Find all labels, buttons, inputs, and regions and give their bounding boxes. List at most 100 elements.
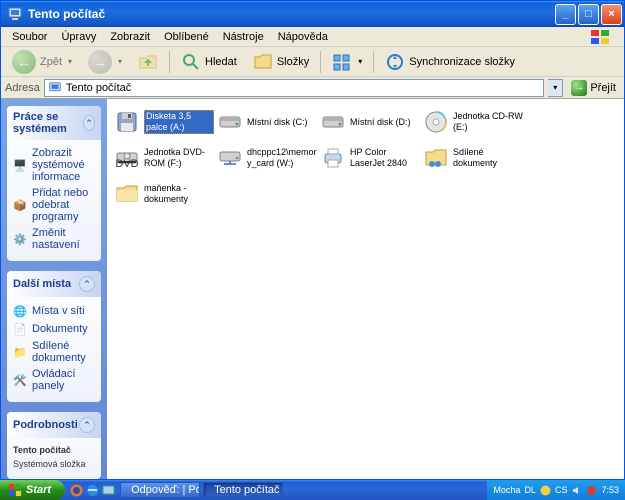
menu-file[interactable]: Soubor — [5, 29, 54, 45]
window-controls: _ □ × — [555, 4, 622, 25]
content-area: Práce se systémem ⌃ 🖥️Zobrazit systémové… — [1, 99, 624, 479]
tray-icon[interactable] — [540, 485, 551, 496]
windows-flag-icon — [582, 29, 620, 45]
network-icon: 🌐 — [13, 304, 27, 318]
task-control-panel[interactable]: 🛠️Ovládací panely — [13, 366, 95, 394]
task-add-remove[interactable]: 📦Přidat nebo odebrat programy — [13, 185, 95, 225]
drive-item[interactable]: dhcppc12\memory_card (W:) — [216, 143, 319, 173]
address-field[interactable]: Tento počítač — [44, 79, 544, 97]
task-settings[interactable]: ⚙️Změnit nastavení — [13, 225, 95, 253]
printer-icon — [321, 146, 345, 170]
sync-label: Synchronizace složky — [409, 56, 515, 68]
panel-header[interactable]: Práce se systémem ⌃ — [7, 106, 101, 140]
tray-status: Mocha — [493, 485, 520, 495]
netdrive-icon — [218, 146, 242, 170]
drive-item[interactable]: Místní disk (C:) — [216, 107, 319, 137]
cdrw-icon — [424, 110, 448, 134]
separator — [373, 51, 374, 73]
ie-icon[interactable] — [86, 484, 99, 497]
tray-clock[interactable]: 7:53 — [601, 485, 619, 495]
task-network[interactable]: 🌐Místa v síti — [13, 302, 95, 320]
drive-item[interactable]: Disketa 3,5 palce (A:) — [113, 107, 216, 137]
folders-icon — [253, 52, 273, 72]
dvd-icon: DVD — [115, 146, 139, 170]
views-icon — [332, 52, 352, 72]
titlebar[interactable]: Tento počítač _ □ × — [1, 1, 624, 27]
collapse-icon: ⌃ — [83, 115, 95, 131]
go-button[interactable]: → Přejít — [567, 80, 620, 96]
minimize-button[interactable]: _ — [555, 4, 576, 25]
menu-help[interactable]: Nápověda — [271, 29, 335, 45]
items-grid: Disketa 3,5 palce (A:) Místní disk (C:) Mí… — [113, 107, 618, 215]
shared-folder-icon: 📁 — [13, 345, 27, 359]
drive-item[interactable]: maňenka - dokumenty — [113, 179, 216, 209]
drive-item[interactable]: Jednotka CD-RW (E:) — [422, 107, 525, 137]
nav-forward-button[interactable]: → ▾ — [83, 48, 127, 76]
task-system-info[interactable]: 🖥️Zobrazit systémové informace — [13, 145, 95, 185]
taskbar-item[interactable]: Tento počítač — [203, 482, 283, 498]
item-label: Místní disk (C:) — [247, 117, 308, 128]
volume-icon[interactable] — [571, 485, 582, 496]
window: Tento počítač _ □ × Soubor Úpravy Zobraz… — [0, 0, 625, 480]
menubar: Soubor Úpravy Zobrazit Oblíbené Nástroje… — [1, 27, 624, 47]
documents-icon: 📄 — [13, 322, 27, 336]
toolbar: ← Zpět ▾ → ▾ Hledat Složky — [1, 47, 624, 77]
sync-icon — [385, 52, 405, 72]
main-view[interactable]: Disketa 3,5 palce (A:) Místní disk (C:) Mí… — [107, 99, 624, 479]
sync-button[interactable]: Synchronizace složky — [380, 50, 520, 74]
folder-icon — [115, 182, 139, 206]
go-label: Přejít — [590, 82, 616, 94]
address-value: Tento počítač — [66, 82, 131, 94]
details-type: Systémová složka — [13, 457, 95, 471]
system-tray[interactable]: Mocha DL CS 7:53 — [487, 480, 625, 500]
search-label: Hledat — [205, 56, 237, 68]
nav-back-button[interactable]: ← Zpět ▾ — [7, 48, 77, 76]
menu-favorites[interactable]: Oblíbené — [157, 29, 216, 45]
window-title: Tento počítač — [28, 7, 555, 21]
separator — [169, 51, 170, 73]
collapse-icon: ⌃ — [79, 417, 95, 433]
task-buttons: Odpověď: | Poradte.c...Tento počítač — [120, 482, 286, 498]
chevron-down-icon: ▾ — [118, 57, 122, 66]
menu-tools[interactable]: Nástroje — [216, 29, 271, 45]
panel-other-places: Další místa ⌃ 🌐Místa v síti 📄Dokumenty 📁… — [7, 271, 101, 402]
panel-header[interactable]: Další místa ⌃ — [7, 271, 101, 297]
menu-edit[interactable]: Úpravy — [54, 29, 103, 45]
taskbar-item[interactable]: Odpověď: | Poradte.c... — [120, 482, 200, 498]
address-dropdown[interactable]: ▾ — [548, 79, 563, 97]
item-label: HP Color LaserJet 2840 — [350, 147, 420, 169]
panel-title: Práce se systémem — [13, 111, 83, 135]
item-label: Disketa 3,5 palce (A:) — [144, 110, 214, 134]
maximize-button[interactable]: □ — [578, 4, 599, 25]
drive-item[interactable]: HP Color LaserJet 2840 — [319, 143, 422, 173]
views-button[interactable]: ▾ — [327, 50, 367, 74]
settings-icon: ⚙️ — [13, 232, 27, 246]
drive-item[interactable]: Sdílené dokumenty — [422, 143, 525, 173]
item-label: Sdílené dokumenty — [453, 147, 523, 169]
drive-item[interactable]: DVD Jednotka DVD-ROM (F:) — [113, 143, 216, 173]
desktop-icon[interactable] — [102, 484, 115, 497]
shield-icon[interactable] — [586, 485, 597, 496]
collapse-icon: ⌃ — [79, 276, 95, 292]
item-label: dhcppc12\memory_card (W:) — [247, 147, 317, 169]
tray-lang[interactable]: CS — [555, 485, 568, 495]
folders-button[interactable]: Složky — [248, 50, 314, 74]
task-shared-docs[interactable]: 📁Sdílené dokumenty — [13, 338, 95, 366]
info-icon: 🖥️ — [13, 158, 27, 172]
task-documents[interactable]: 📄Dokumenty — [13, 320, 95, 338]
item-label: Jednotka CD-RW (E:) — [453, 111, 523, 133]
nav-up-button[interactable] — [133, 50, 163, 74]
search-icon — [181, 52, 201, 72]
item-label: Jednotka DVD-ROM (F:) — [144, 147, 214, 169]
svg-text:DVD: DVD — [115, 158, 138, 170]
folder-shared-icon — [424, 146, 448, 170]
tray-zoom: DL — [524, 485, 536, 495]
menu-view[interactable]: Zobrazit — [103, 29, 157, 45]
close-button[interactable]: × — [601, 4, 622, 25]
panel-header[interactable]: Podrobnosti ⌃ — [7, 412, 101, 438]
start-button[interactable]: Start — [0, 480, 65, 500]
firefox-icon[interactable] — [70, 484, 83, 497]
search-button[interactable]: Hledat — [176, 50, 242, 74]
address-label: Adresa — [5, 82, 40, 94]
drive-item[interactable]: Místní disk (D:) — [319, 107, 422, 137]
